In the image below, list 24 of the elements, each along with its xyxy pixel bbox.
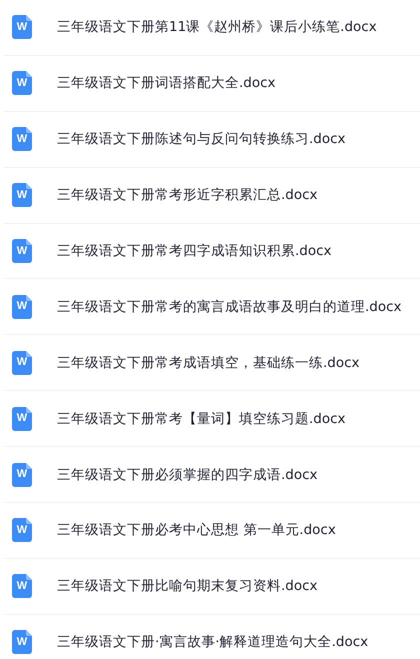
word-file-icon: W [12, 71, 32, 96]
file-name[interactable]: 三年级语文下册陈述句与反问句转换练习.docx [57, 130, 346, 148]
word-file-icon: W [12, 518, 32, 542]
word-file-icon: W [12, 406, 32, 431]
file-name[interactable]: 三年级语文下册常考四字成语知识积累.docx [57, 242, 332, 260]
word-file-icon: W [12, 462, 32, 487]
word-file-icon: W [12, 294, 32, 319]
file-name[interactable]: 三年级语文下册词语搭配大全.docx [57, 74, 276, 92]
word-file-icon: W [12, 630, 32, 654]
word-file-icon: W [12, 239, 32, 263]
file-name[interactable]: 三年级语文下册·寓言故事·解释道理造句大全.docx [57, 633, 368, 652]
file-name[interactable]: 三年级语文下册常考形近字积累汇总.docx [57, 186, 318, 204]
file-name[interactable]: 三年级语文下册必考中心思想 第一单元.docx [57, 521, 336, 540]
word-file-icon: W [12, 574, 32, 598]
file-name[interactable]: 三年级语文下册常考的寓言成语故事及明白的道理.docx [57, 298, 402, 316]
file-name[interactable]: 三年级语文下册常考【量词】填空练习题.docx [57, 410, 346, 428]
file-name[interactable]: 三年级语文下册常考成语填空，基础练一练.docx [57, 354, 360, 372]
file-name[interactable]: 三年级语文下册必须掌握的四字成语.docx [57, 466, 318, 484]
word-file-icon: W [12, 127, 32, 152]
word-file-icon: W [12, 350, 32, 375]
file-name[interactable]: 三年级语文下册第11课《赵州桥》课后小练笔.docx [57, 18, 377, 36]
word-file-icon: W [12, 15, 32, 40]
file-name[interactable]: 三年级语文下册比喻句期末复习资料.docx [57, 577, 318, 596]
word-file-icon: W [12, 183, 32, 208]
